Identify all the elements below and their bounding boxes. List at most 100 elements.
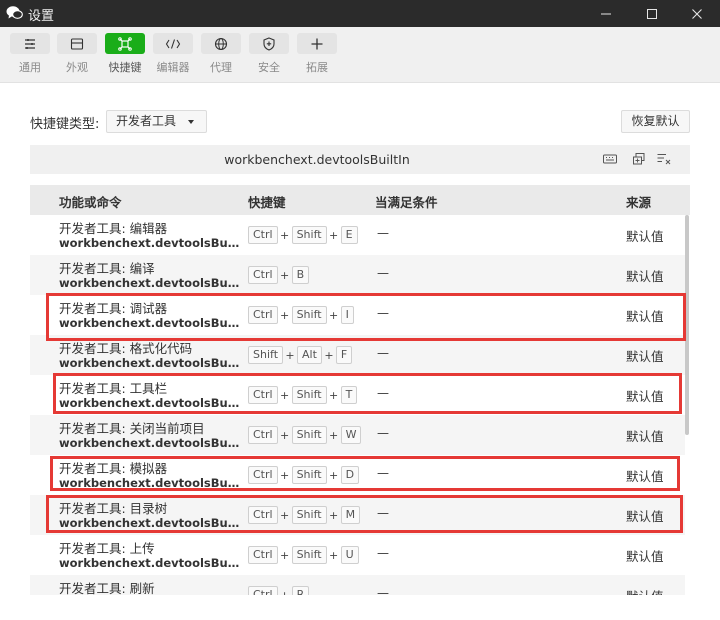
header-command[interactable]: 功能或命令 — [59, 192, 122, 211]
table-scrollbar[interactable] — [685, 215, 689, 435]
when-condition: — — [377, 546, 389, 560]
command-id: workbenchext.devtoolsBuiltIn.closeProjec… — [59, 436, 241, 450]
keybinding-keys[interactable]: Ctrl + Shift + I — [248, 306, 354, 324]
keyboard-icon[interactable] — [602, 152, 618, 166]
close-button[interactable] — [674, 0, 720, 27]
command-name: 开发者工具: 编译 — [59, 261, 155, 276]
command-name: 开发者工具: 刷新 — [59, 581, 155, 595]
table-row[interactable]: 开发者工具: 工具栏 workbenchext.devtoolsBuiltIn.… — [30, 375, 685, 415]
header-when[interactable]: 当满足条件 — [375, 192, 438, 211]
keybinding-keys[interactable]: Ctrl + B — [248, 266, 310, 284]
minimize-icon — [601, 13, 611, 14]
table-header: 功能或命令 快捷键 当满足条件 来源 — [30, 185, 690, 215]
plus-icon — [311, 38, 323, 49]
tab-shortcuts-label: 快捷键 — [108, 61, 142, 74]
key-cap: D — [340, 466, 360, 484]
key-cap: M — [340, 506, 361, 524]
key-cap: Shift — [291, 386, 327, 404]
keybinding-keys[interactable]: Ctrl + Shift + W — [248, 426, 362, 444]
command-name: 开发者工具: 格式化代码 — [59, 341, 193, 356]
table-row[interactable]: 开发者工具: 刷新 workbenchext.devtoolsBuiltIn.r… — [30, 575, 685, 595]
tab-general[interactable]: 通用 — [9, 31, 51, 79]
header-keybinding[interactable]: 快捷键 — [248, 192, 286, 211]
tab-extensions[interactable]: 拓展 — [296, 31, 338, 79]
table-row[interactable]: 开发者工具: 调试器 workbenchext.devtoolsBuiltIn.… — [30, 295, 685, 335]
key-cap: Ctrl — [248, 466, 278, 484]
keybinding-search-bar[interactable]: workbenchext.devtoolsBuiltIn — [30, 145, 690, 174]
key-cap: T — [340, 386, 358, 404]
maximize-button[interactable] — [629, 0, 675, 27]
keybinding-keys[interactable]: Ctrl + Shift + D — [248, 466, 360, 484]
copy-icon[interactable] — [631, 152, 647, 166]
search-query[interactable]: workbenchext.devtoolsBuiltIn — [30, 152, 604, 167]
tab-appearance[interactable]: 外观 — [56, 31, 98, 79]
globe-icon — [214, 37, 228, 50]
tab-general-label: 通用 — [19, 61, 41, 74]
keybinding-keys[interactable]: Ctrl + Shift + E — [248, 226, 358, 244]
tab-security[interactable]: 安全 — [248, 31, 290, 79]
shield-icon — [263, 36, 275, 51]
list-settings-icon — [25, 38, 35, 49]
shortcut-type-value: 开发者工具 — [116, 114, 177, 128]
table-row[interactable]: 开发者工具: 关闭当前项目 workbenchext.devtoolsBuilt… — [30, 415, 685, 455]
title-bar: 设置 — [0, 0, 720, 27]
when-condition: — — [377, 506, 389, 520]
when-condition: — — [377, 266, 389, 280]
key-cap: I — [340, 306, 354, 324]
command-name: 开发者工具: 调试器 — [59, 301, 168, 316]
key-cap: Shift — [291, 466, 327, 484]
table-row[interactable]: 开发者工具: 模拟器 workbenchext.devtoolsBuiltIn.… — [30, 455, 685, 495]
header-source[interactable]: 来源 — [626, 192, 651, 211]
table-row[interactable]: 开发者工具: 编译 workbenchext.devtoolsBuiltIn.r… — [30, 255, 685, 295]
key-cap: B — [291, 266, 310, 284]
when-condition: — — [377, 306, 389, 320]
key-cap: U — [340, 546, 359, 564]
command-name: 开发者工具: 模拟器 — [59, 461, 168, 476]
clear-filter-icon[interactable] — [656, 152, 672, 166]
minimize-button[interactable] — [583, 0, 629, 27]
layout-icon — [70, 37, 84, 50]
key-cap: Shift — [291, 426, 327, 444]
when-condition: — — [377, 466, 389, 480]
table-row[interactable]: 开发者工具: 目录树 workbenchext.devtoolsBuiltIn.… — [30, 495, 685, 535]
when-condition: — — [377, 586, 389, 595]
key-cap: E — [340, 226, 358, 244]
tab-proxy[interactable]: 代理 — [200, 31, 242, 79]
command-id: workbenchext.devtoolsBuiltIn.toggleEdito… — [59, 236, 241, 250]
source-value: 默认值 — [626, 429, 664, 444]
tab-appearance-label: 外观 — [66, 61, 88, 74]
command-name: 开发者工具: 目录树 — [59, 501, 168, 516]
table-row[interactable]: 开发者工具: 上传 workbenchext.devtoolsBuiltIn.u… — [30, 535, 685, 575]
command-id: workbenchext.devtoolsBuiltIn.toggleDebug… — [59, 316, 241, 330]
reset-default-button[interactable]: 恢复默认 — [621, 110, 690, 133]
tab-editor-label: 编辑器 — [156, 61, 190, 74]
when-condition: — — [377, 226, 389, 240]
key-cap: Ctrl — [248, 546, 278, 564]
key-cap: Shift — [248, 346, 284, 364]
key-cap: Ctrl — [248, 306, 278, 324]
keybinding-keys[interactable]: Ctrl + Shift + U — [248, 546, 359, 564]
key-cap: R — [291, 586, 310, 595]
key-cap: Ctrl — [248, 586, 278, 595]
keybinding-keys[interactable]: Ctrl + Shift + M — [248, 506, 361, 524]
key-cap: Alt — [297, 346, 322, 364]
when-condition: — — [377, 386, 389, 400]
tab-editor[interactable]: 编辑器 — [152, 31, 194, 79]
window-title: 设置 — [28, 9, 55, 24]
command-id: workbenchext.devtoolsBuiltIn.upload — [59, 556, 241, 570]
keybinding-keys[interactable]: Shift + Alt + F — [248, 346, 353, 364]
table-row[interactable]: 开发者工具: 编辑器 workbenchext.devtoolsBuiltIn.… — [30, 215, 685, 255]
keybinding-keys[interactable]: Ctrl + R — [248, 586, 310, 595]
tab-shortcuts[interactable]: 快捷键 — [104, 31, 146, 79]
key-cap: W — [340, 426, 362, 444]
command-id: workbenchext.devtoolsBuiltIn.format — [59, 356, 241, 370]
key-cap: Shift — [291, 546, 327, 564]
source-value: 默认值 — [626, 349, 664, 364]
command-name: 开发者工具: 编辑器 — [59, 221, 168, 236]
shortcut-type-select[interactable]: 开发者工具 — [106, 110, 207, 133]
keybinding-keys[interactable]: Ctrl + Shift + T — [248, 386, 358, 404]
key-cap: F — [335, 346, 353, 364]
command-id: workbenchext.devtoolsBuiltIn.run — [59, 276, 241, 290]
table-row[interactable]: 开发者工具: 格式化代码 workbenchext.devtoolsBuiltI… — [30, 335, 685, 375]
source-value: 默认值 — [626, 309, 664, 324]
